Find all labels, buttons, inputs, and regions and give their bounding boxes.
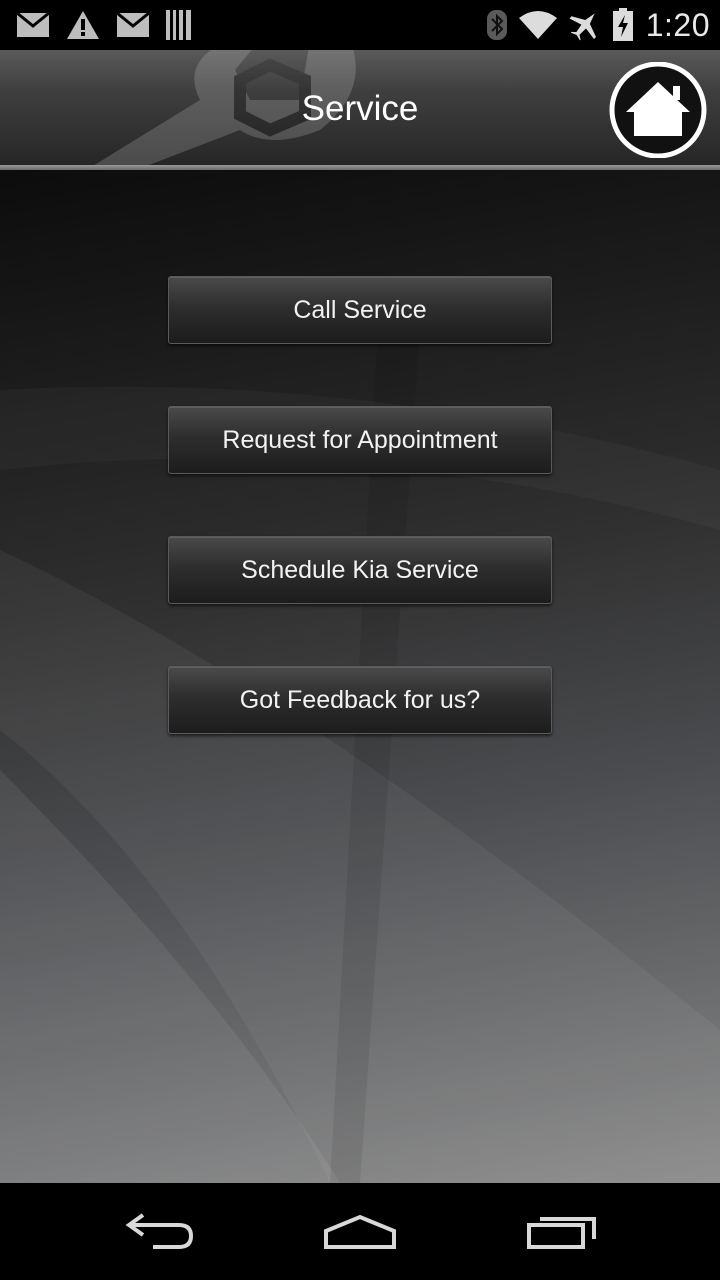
navigation-bar <box>0 1183 720 1280</box>
home-icon <box>609 61 707 159</box>
service-menu: Call Service Request for Appointment Sch… <box>0 170 720 1183</box>
home-button[interactable] <box>608 61 708 159</box>
battery-charging-icon <box>612 8 634 42</box>
back-icon <box>125 1213 194 1249</box>
warning-icon <box>66 10 100 40</box>
bluetooth-icon <box>486 9 508 41</box>
back-button[interactable] <box>115 1205 205 1257</box>
home-nav-icon <box>324 1214 396 1249</box>
wifi-icon <box>518 10 558 40</box>
call-service-button[interactable]: Call Service <box>168 276 552 344</box>
notification-icons <box>16 0 208 50</box>
barcode-icon <box>166 10 192 40</box>
schedule-service-button[interactable]: Schedule Kia Service <box>168 536 552 604</box>
gmail-icon <box>16 12 50 38</box>
gmail-icon <box>116 12 150 38</box>
status-time: 1:20 <box>645 6 710 43</box>
status-bar: 1:20 <box>0 0 720 50</box>
screen: 1:20 Service Call Service Request for Ap… <box>0 0 720 1280</box>
recents-icon <box>527 1217 596 1249</box>
request-appointment-button[interactable]: Request for Appointment <box>168 406 552 474</box>
airplane-mode-icon <box>568 9 602 41</box>
app-header: Service <box>0 50 720 165</box>
recents-button[interactable] <box>517 1205 607 1257</box>
feedback-button[interactable]: Got Feedback for us? <box>168 666 552 734</box>
system-icons: 1:20 <box>476 0 710 50</box>
home-nav-button[interactable] <box>315 1205 405 1257</box>
